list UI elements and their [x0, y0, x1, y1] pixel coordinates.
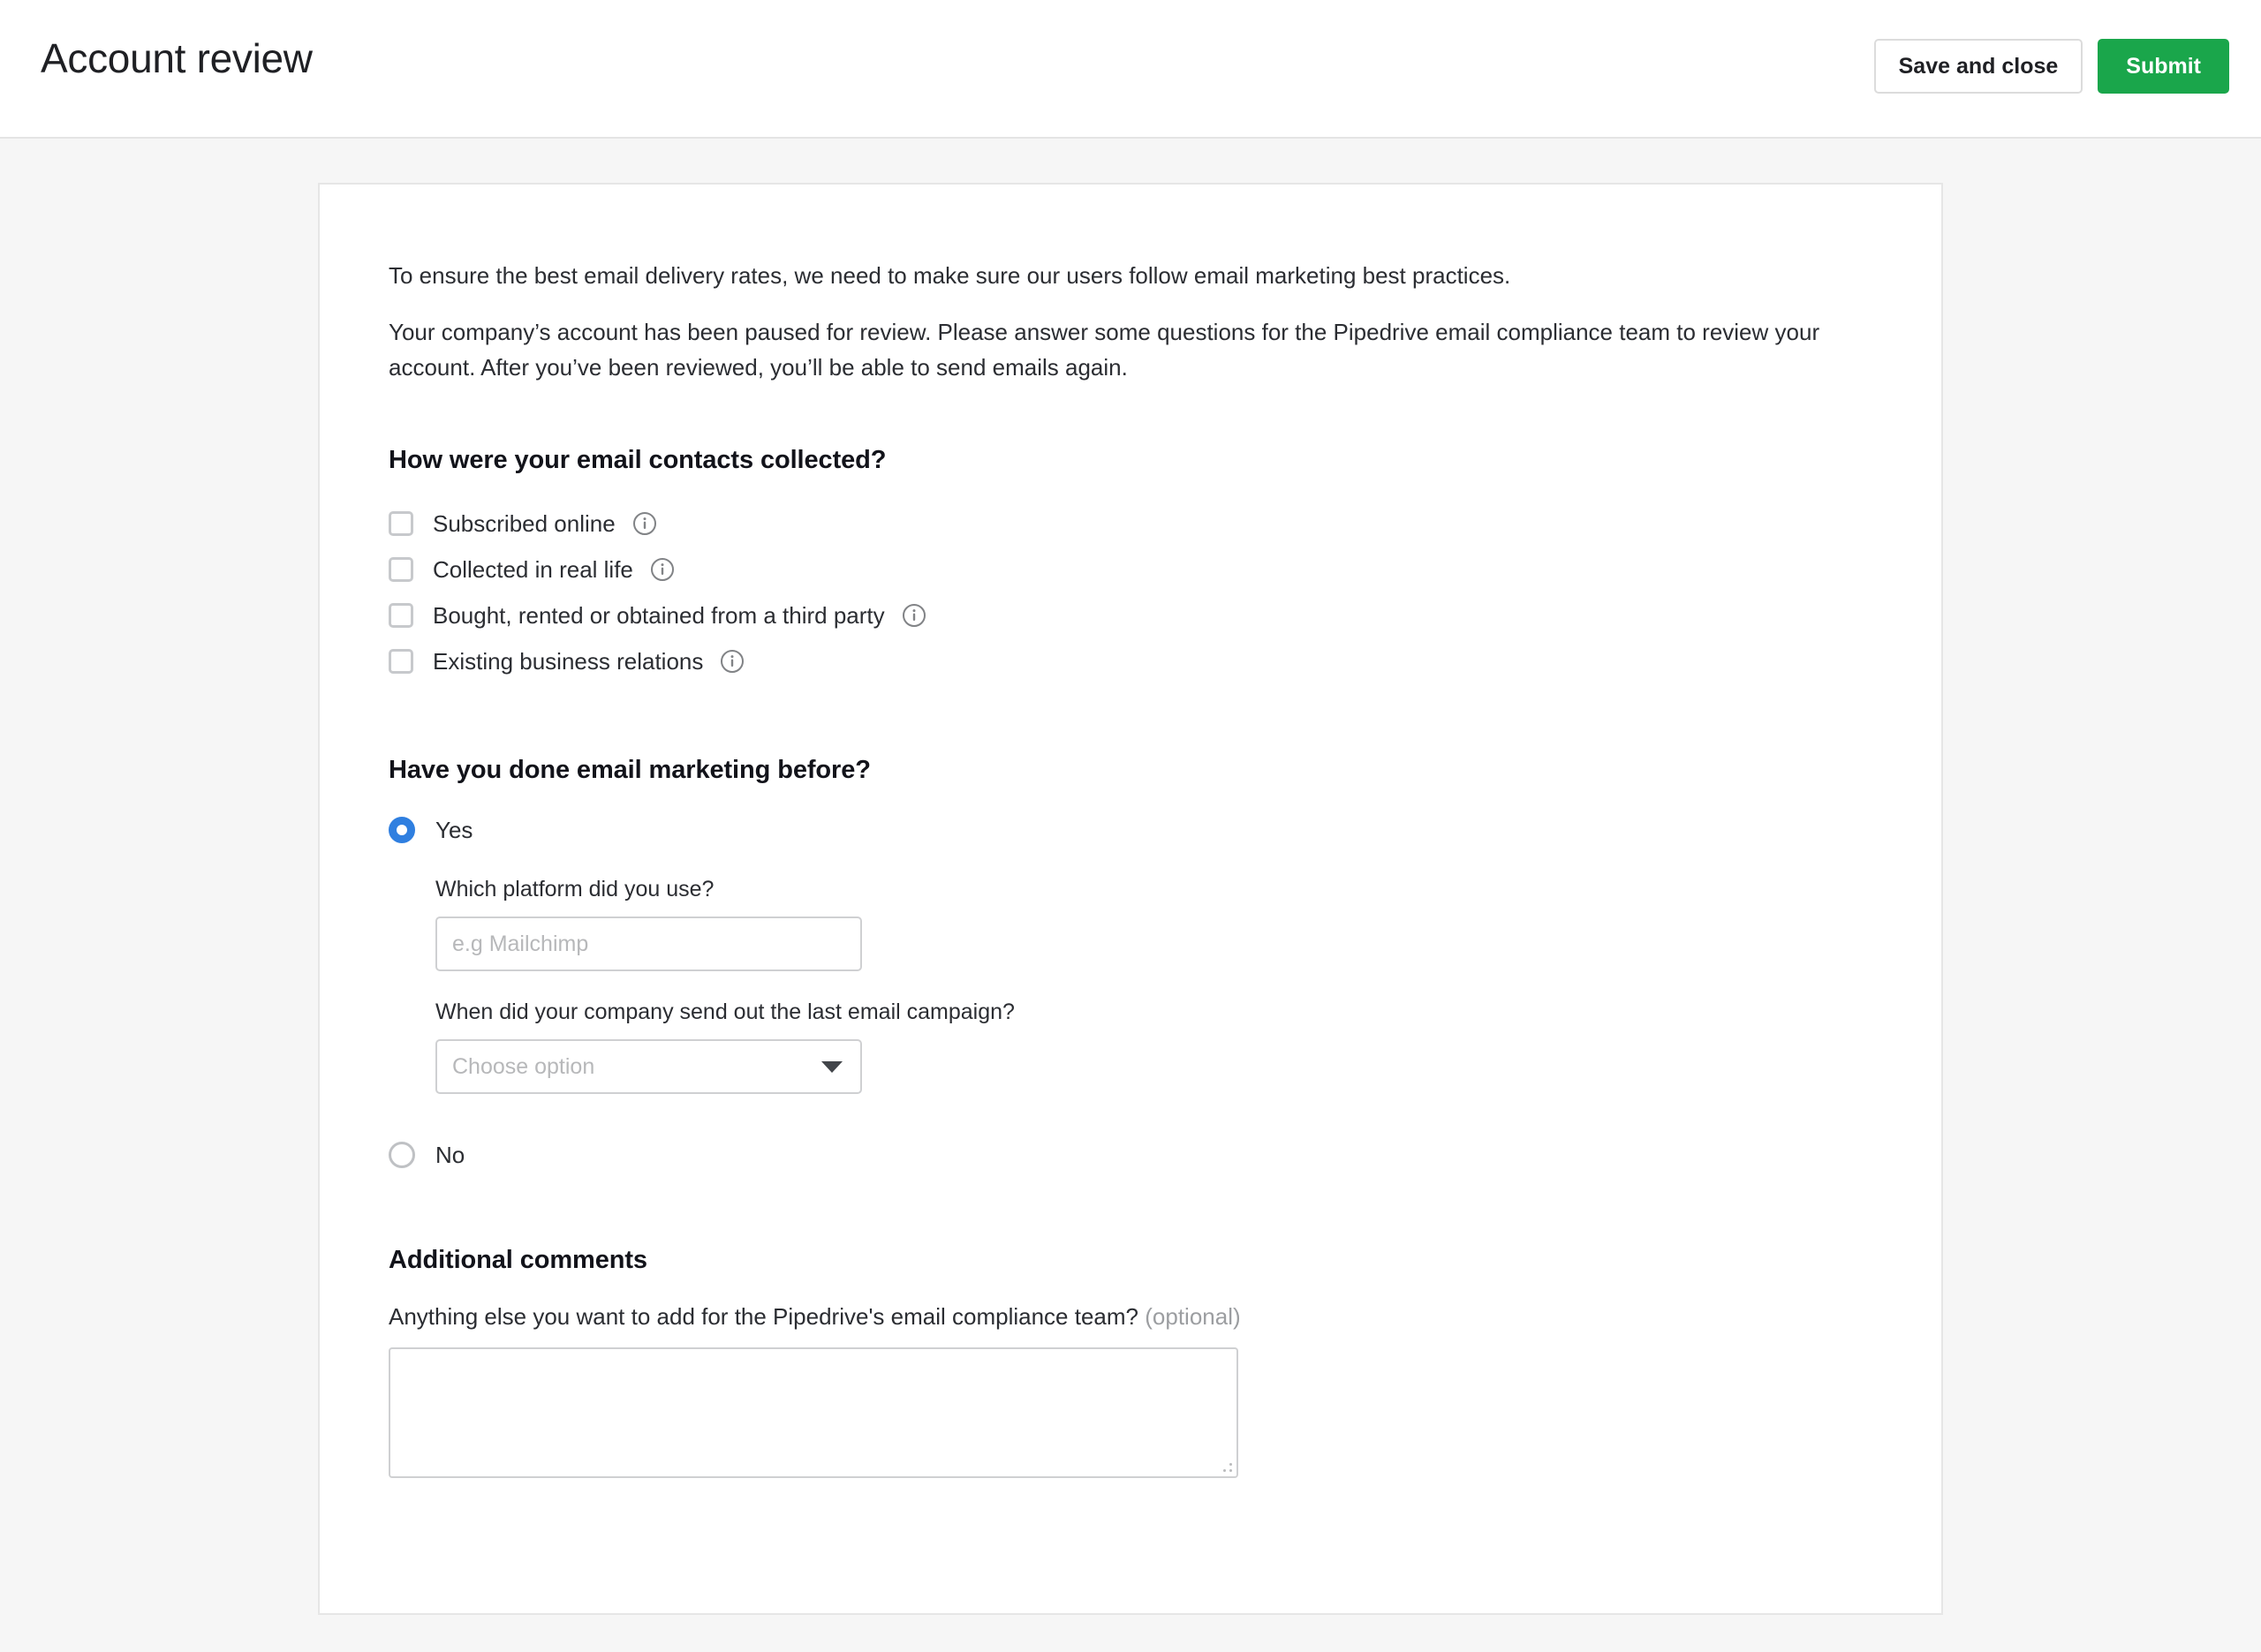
radio-yes[interactable]	[389, 817, 415, 843]
checkbox-subscribed-online[interactable]	[389, 511, 413, 536]
checkbox-collected-in-real-life[interactable]	[389, 557, 413, 582]
page-title: Account review	[41, 35, 313, 81]
additional-comments-title: Additional comments	[389, 1246, 647, 1274]
additional-comments-label: Anything else you want to add for the Pi…	[389, 1301, 1906, 1331]
checkbox-bought-rented-third-party[interactable]	[389, 603, 413, 628]
checkbox-row-existing-business-relations[interactable]: Existing business relations	[389, 638, 1906, 684]
radio-row-yes[interactable]: Yes	[389, 808, 1906, 852]
info-icon[interactable]	[720, 649, 745, 674]
info-icon[interactable]	[902, 603, 926, 628]
last-campaign-field: When did your company send out the last …	[435, 998, 1906, 1094]
submit-button[interactable]: Submit	[2098, 39, 2229, 94]
radio-no[interactable]	[389, 1142, 415, 1168]
save-and-close-button[interactable]: Save and close	[1873, 39, 2083, 94]
checkbox-row-bought-rented-third-party[interactable]: Bought, rented or obtained from a third …	[389, 592, 1906, 638]
question-contacts-title: How were your email contacts collected?	[389, 446, 887, 474]
select-value: Choose option	[452, 1053, 595, 1079]
info-icon[interactable]	[632, 511, 657, 536]
additional-comments-question: Anything else you want to add for the Pi…	[389, 1303, 1138, 1330]
platform-input[interactable]: e.g Mailchimp	[435, 917, 862, 971]
yes-subfields: Which platform did you use? e.g Mailchim…	[435, 875, 1906, 1094]
chevron-down-icon	[821, 1060, 843, 1073]
intro-paragraph-2: Your company’s account has been paused f…	[389, 319, 1820, 381]
contacts-checkbox-group: Subscribed online Collected in real life	[389, 501, 1906, 684]
last-campaign-select[interactable]: Choose option	[435, 1039, 862, 1094]
resize-handle-icon[interactable]	[1221, 1461, 1232, 1472]
checkbox-label: Existing business relations	[433, 648, 704, 675]
account-review-card: To ensure the best email delivery rates,…	[318, 183, 1943, 1615]
radio-label: No	[435, 1142, 465, 1168]
checkbox-row-subscribed-online[interactable]: Subscribed online	[389, 501, 1906, 547]
checkbox-row-collected-in-real-life[interactable]: Collected in real life	[389, 547, 1906, 592]
checkbox-label: Bought, rented or obtained from a third …	[433, 602, 885, 629]
additional-comments-textarea[interactable]	[389, 1347, 1238, 1478]
checkbox-existing-business-relations[interactable]	[389, 649, 413, 674]
checkbox-label: Subscribed online	[433, 510, 616, 537]
optional-tag: (optional)	[1145, 1303, 1241, 1330]
platform-label: Which platform did you use?	[435, 877, 715, 901]
intro-paragraph-1: To ensure the best email delivery rates,…	[389, 262, 1511, 289]
info-icon[interactable]	[650, 557, 675, 582]
last-campaign-label: When did your company send out the last …	[435, 999, 1015, 1024]
card-content: To ensure the best email delivery rates,…	[389, 258, 1906, 1478]
header-actions: Save and close Submit	[1873, 39, 2229, 94]
radio-row-no[interactable]: No	[389, 1133, 1906, 1177]
app-header: Account review Save and close Submit	[0, 0, 2261, 139]
checkbox-label: Collected in real life	[433, 556, 633, 583]
marketing-radio-group: Yes Which platform did you use? e.g Mail…	[389, 808, 1906, 1177]
page-body: To ensure the best email delivery rates,…	[0, 139, 2261, 1652]
radio-label: Yes	[435, 817, 473, 843]
platform-field: Which platform did you use? e.g Mailchim…	[435, 875, 1906, 971]
question-marketing-title: Have you done email marketing before?	[389, 756, 871, 784]
